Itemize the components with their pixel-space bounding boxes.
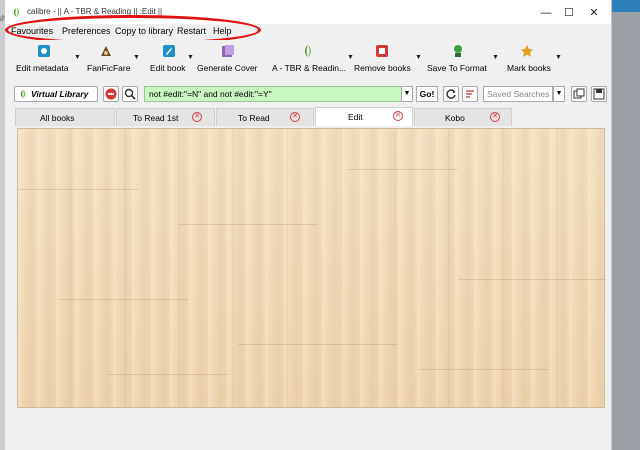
fanficfare-button[interactable]: FanFicFare (85, 42, 137, 76)
clear-virtual-library-button[interactable] (103, 86, 119, 102)
tab-label: To Read (238, 113, 270, 123)
chevron-down-icon: ▼ (555, 90, 563, 97)
save-to-format-label: Save To Format (427, 63, 487, 73)
close-tab-icon[interactable]: ✕ (490, 112, 500, 122)
search-input[interactable]: not #edit:"=N" and not #edit:"=Y" (144, 86, 402, 102)
virtual-library-tabs: All books To Read 1st ✕ To Read ✕ Edit ✕… (15, 107, 609, 126)
book-grid-shelf[interactable] (17, 128, 606, 408)
remove-books-button[interactable]: Remove books (352, 42, 412, 76)
calibre-app-icon (13, 8, 20, 17)
search-query-text: not #edit:"=N" and not #edit:"=Y" (149, 89, 272, 99)
sort-list-icon (466, 90, 474, 98)
virtual-library-button[interactable]: Virtual Library (14, 86, 98, 102)
remove-books-dropdown-arrow[interactable]: ▼ (415, 54, 422, 61)
close-tab-icon[interactable]: ✕ (393, 111, 403, 121)
search-icon (124, 88, 136, 100)
refresh-icon (446, 89, 456, 99)
clear-red-icon (105, 88, 117, 100)
wood-grain (58, 299, 188, 300)
tab-to-read[interactable]: To Read ✕ (216, 108, 314, 126)
edit-book-button[interactable]: Edit book (147, 42, 191, 76)
remove-books-icon (376, 45, 388, 57)
virtual-library-label: Virtual Library (31, 89, 89, 99)
search-history-dropdown[interactable]: ▼ (401, 86, 413, 102)
desktop-background (612, 0, 640, 450)
chevron-down-icon: ▼ (403, 90, 411, 97)
edit-book-icon (163, 45, 175, 57)
library-button[interactable]: A - TBR & Readin... (270, 42, 346, 76)
close-tab-icon[interactable]: ✕ (192, 112, 202, 122)
wood-grain (108, 374, 228, 375)
edit-metadata-icon (38, 45, 50, 57)
reset-search-button[interactable] (443, 86, 459, 102)
tab-all-books[interactable]: All books (15, 108, 115, 126)
save-search-button[interactable] (591, 86, 607, 102)
saved-searches-dropdown[interactable]: ▼ (553, 86, 565, 102)
calibre-leaf-icon (20, 90, 26, 98)
highlight-toggle-button[interactable] (462, 86, 478, 102)
tab-to-read-1st[interactable]: To Read 1st ✕ (116, 108, 215, 126)
tab-kobo[interactable]: Kobo ✕ (414, 108, 512, 126)
status-bar (5, 410, 611, 450)
tab-label: All books (40, 113, 75, 123)
edit-metadata-button[interactable]: Edit metadata (13, 42, 81, 76)
minimize-button[interactable]: — (535, 4, 557, 22)
wood-grain (18, 189, 138, 190)
library-icon (305, 45, 311, 57)
calibre-window: calibre - || A - TBR & Reading || :Edit … (5, 0, 612, 450)
tab-label: Edit (348, 112, 363, 122)
copy-search-button[interactable] (571, 86, 587, 102)
close-tab-icon[interactable]: ✕ (290, 112, 300, 122)
save-icon (593, 88, 605, 100)
wood-grain (458, 279, 606, 280)
generate-cover-label: Generate Cover (197, 63, 258, 73)
remove-books-label: Remove books (354, 63, 411, 73)
tab-edit[interactable]: Edit ✕ (315, 107, 413, 126)
saved-searches-combo[interactable]: Saved Searches (483, 86, 553, 102)
tab-label: Kobo (445, 113, 465, 123)
mark-books-button[interactable]: Mark books (504, 42, 554, 76)
generate-cover-button[interactable]: Generate Cover (195, 42, 261, 76)
copy-icon (573, 88, 585, 99)
maximize-button[interactable]: ☐ (558, 4, 580, 22)
wood-grain (348, 169, 458, 170)
desktop-taskbar-edge (612, 0, 640, 12)
edit-metadata-dropdown-arrow[interactable]: ▼ (74, 54, 81, 61)
wood-grain (178, 224, 318, 225)
library-label: A - TBR & Readin... (272, 63, 347, 73)
saved-searches-placeholder: Saved Searches (487, 89, 550, 99)
save-to-format-button[interactable]: Save To Format (425, 42, 489, 76)
mark-books-dropdown-arrow[interactable]: ▼ (555, 54, 562, 61)
wood-grain (238, 344, 398, 345)
go-button[interactable]: Go! (416, 86, 438, 102)
search-options-button[interactable] (122, 86, 138, 102)
search-bar: Virtual Library not #edit:"=N" and not #… (5, 82, 611, 106)
main-toolbar: Edit metadata ▼ FanFicFare ▼ Edit book ▼… (5, 40, 611, 78)
tab-label: To Read 1st (133, 113, 179, 123)
close-window-button[interactable]: ✕ (583, 4, 605, 22)
mark-books-label: Mark books (507, 63, 551, 73)
fanficfare-dropdown-arrow[interactable]: ▼ (133, 54, 140, 61)
edit-book-dropdown-arrow[interactable]: ▼ (187, 54, 194, 61)
save-to-format-icon (454, 45, 462, 57)
edit-book-label: Edit book (150, 63, 186, 73)
wood-grain (418, 369, 548, 370)
fanficfare-icon (101, 46, 111, 56)
mark-books-icon (521, 45, 533, 57)
save-to-format-dropdown-arrow[interactable]: ▼ (492, 54, 499, 61)
generate-cover-icon (222, 45, 234, 57)
edit-metadata-label: Edit metadata (16, 63, 69, 73)
fanficfare-label: FanFicFare (87, 63, 131, 73)
